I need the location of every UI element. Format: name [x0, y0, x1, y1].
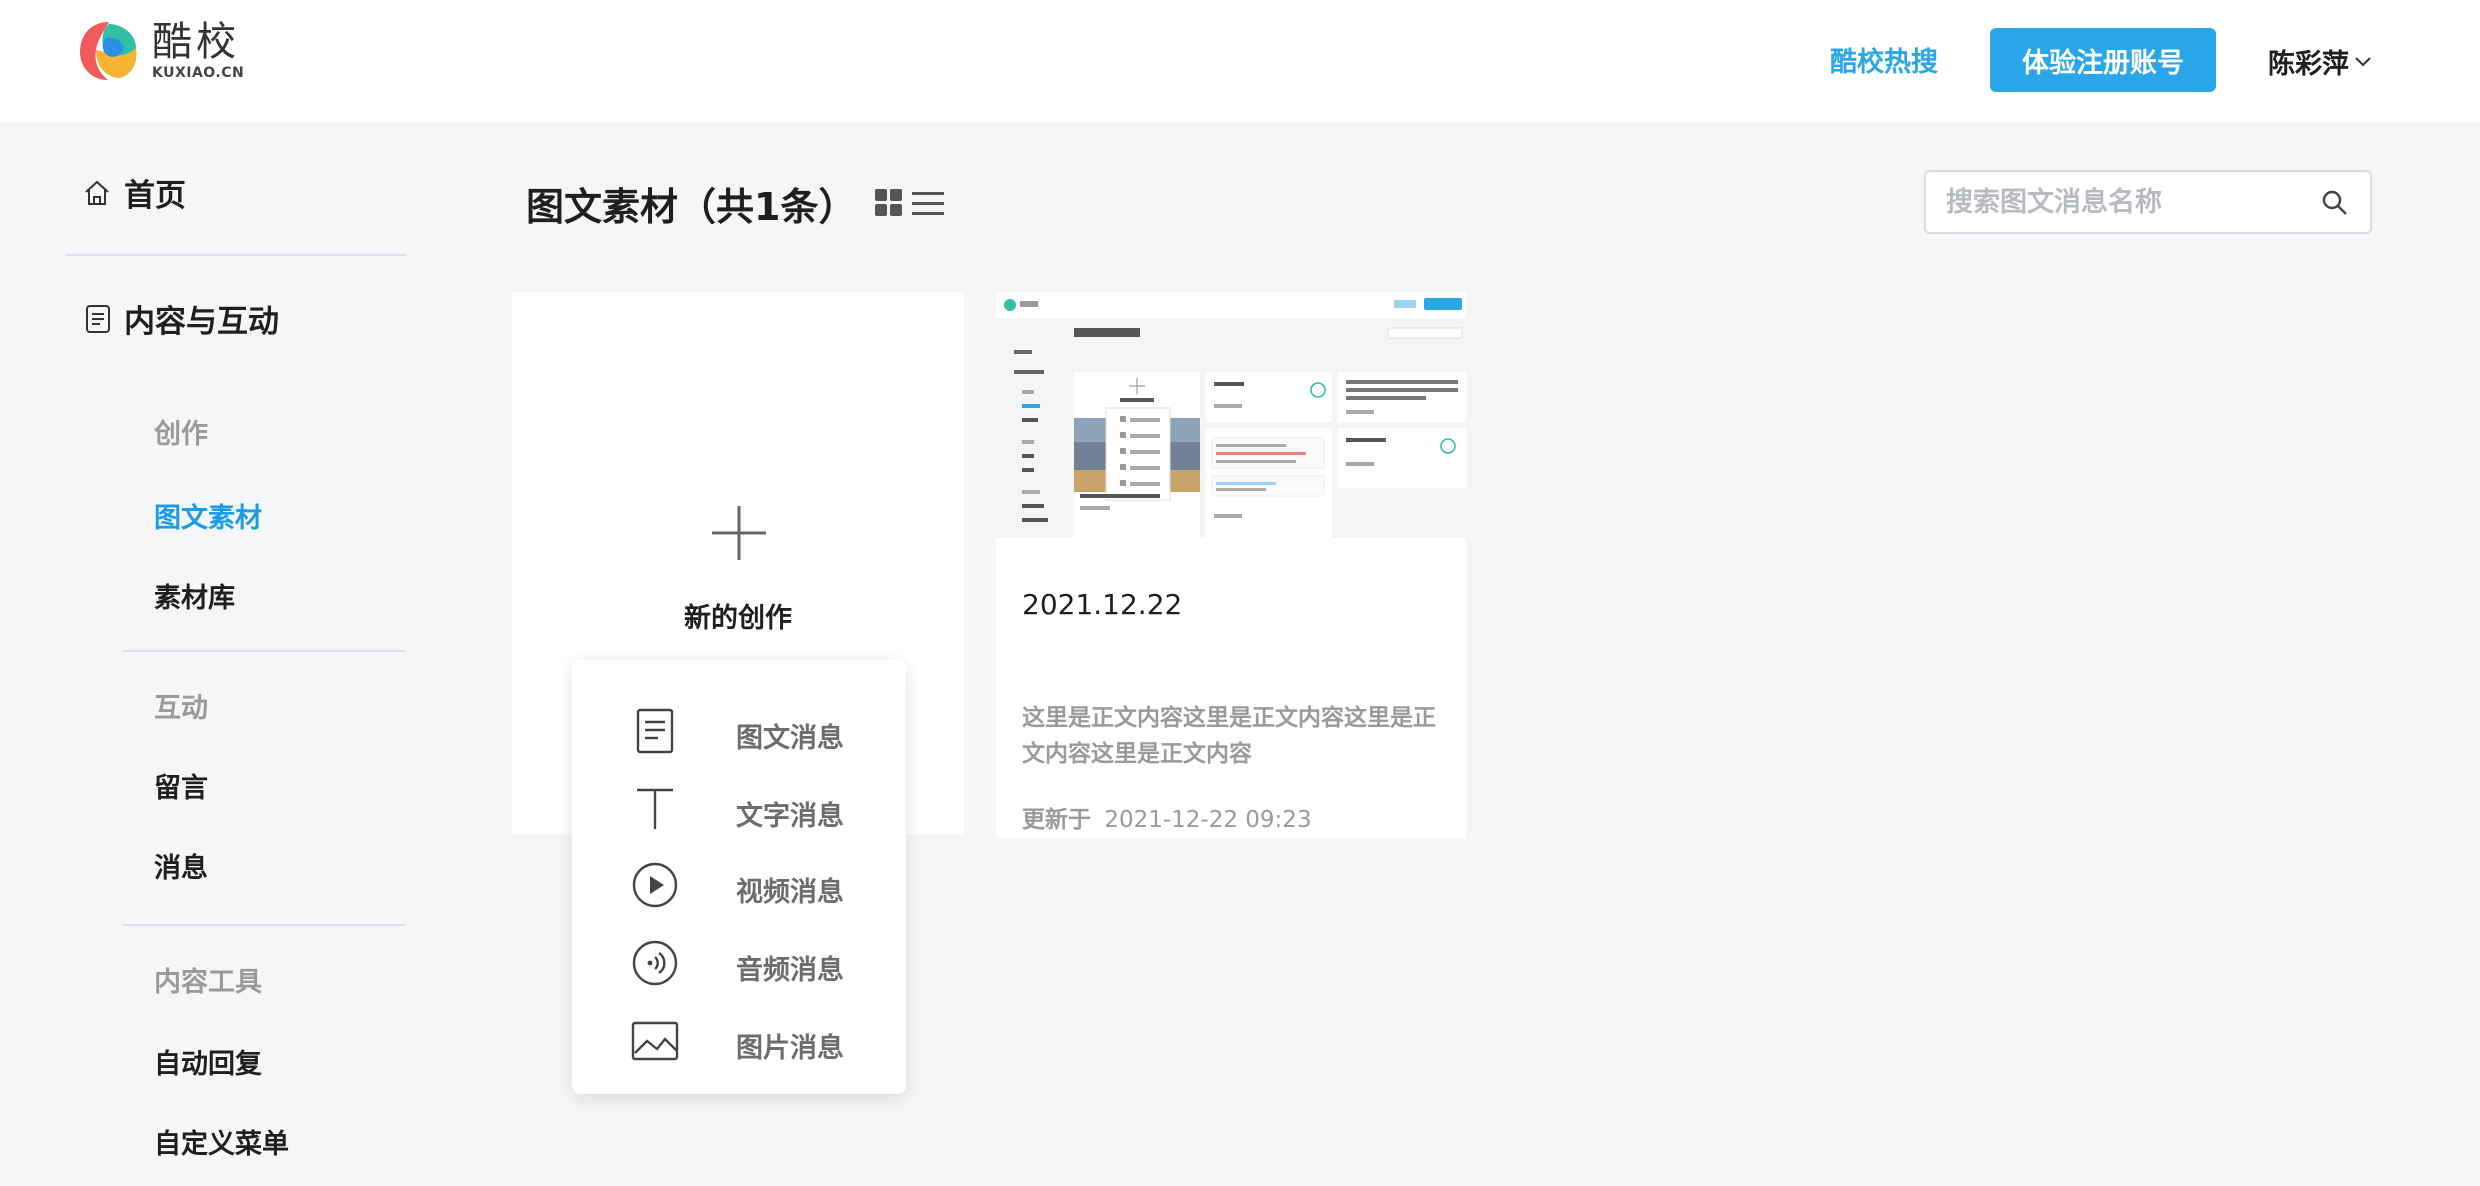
document-list-icon: [86, 304, 110, 333]
sidebar-item-material-library[interactable]: 素材库: [154, 576, 235, 615]
logo-name-en: KUXIAO.CN: [152, 65, 245, 81]
material-excerpt: 这里是正文内容这里是正文内容这里是正文内容这里是正文内容: [1022, 705, 1436, 767]
menu-item-image[interactable]: 图片消息: [572, 1006, 906, 1076]
sidebar-item-auto-reply[interactable]: 自动回复: [154, 1042, 262, 1081]
plus-icon: [712, 506, 766, 560]
sidebar-group-interaction: 互动: [154, 693, 208, 724]
material-card[interactable]: 2021.12.22 这里是正文内容这里是正文内容这里是正文内容这里是正文内容 …: [996, 292, 1466, 838]
menu-item-video[interactable]: 视频消息: [572, 850, 906, 920]
sidebar-item-label: 首页: [124, 178, 186, 214]
sidebar-item-home[interactable]: 首页: [82, 170, 186, 215]
user-name: 陈彩萍: [2268, 49, 2349, 80]
updated-label: 更新于: [1022, 807, 1091, 833]
audio-circle-icon: [632, 940, 678, 986]
material-updated: 更新于 2021-12-22 09:23: [1022, 800, 1312, 834]
create-type-menu: 图文消息 文字消息 视频消息 音频消息 图片消息: [572, 660, 906, 1094]
home-icon: [85, 180, 109, 205]
search-icon[interactable]: [2320, 188, 2350, 218]
sidebar-item-messages[interactable]: 消息: [154, 846, 208, 885]
sidebar-item-image-text[interactable]: 图文素材: [154, 496, 262, 535]
sidebar-section-label: 内容与互动: [124, 304, 279, 340]
menu-item-label: 音频消息: [736, 955, 844, 986]
sidebar-item-comments[interactable]: 留言: [154, 766, 208, 805]
material-title: 2021.12.22: [1022, 588, 1183, 621]
sidebar-group-create: 创作: [154, 419, 208, 450]
menu-item-audio[interactable]: 音频消息: [572, 928, 906, 998]
search-box: [1924, 170, 2372, 234]
logo-icon: [80, 22, 137, 80]
play-circle-icon: [632, 862, 678, 908]
logo-name-cn: 酷校: [152, 19, 240, 65]
sidebar-section-content[interactable]: 内容与互动: [84, 296, 279, 341]
document-icon: [636, 708, 674, 754]
top-header: 酷校 KUXIAO.CN 酷校热搜 体验注册账号 陈彩萍: [0, 0, 2480, 122]
material-thumbnail: [996, 292, 1466, 538]
chevron-down-icon: [2355, 56, 2371, 66]
text-icon: [637, 788, 673, 829]
menu-item-label: 图片消息: [736, 1033, 844, 1064]
list-view-icon[interactable]: [912, 190, 944, 218]
sidebar-divider: [122, 924, 406, 926]
sidebar-item-custom-menu[interactable]: 自定义菜单: [154, 1122, 289, 1161]
hot-search-link[interactable]: 酷校热搜: [1830, 40, 1938, 79]
updated-time: 2021-12-22 09:23: [1104, 807, 1312, 833]
image-icon: [631, 1021, 679, 1061]
register-button[interactable]: 体验注册账号: [1990, 28, 2216, 92]
new-creation-label: 新的创作: [684, 603, 792, 634]
sidebar-divider: [66, 254, 406, 256]
menu-item-label: 图文消息: [736, 723, 844, 754]
menu-item-image-text[interactable]: 图文消息: [572, 696, 906, 766]
logo[interactable]: 酷校 KUXIAO.CN: [76, 18, 244, 84]
search-input[interactable]: [1946, 172, 2306, 232]
menu-item-text[interactable]: 文字消息: [572, 774, 906, 844]
page-title: 图文素材（共1条）: [526, 185, 857, 229]
user-menu[interactable]: 陈彩萍: [2268, 42, 2373, 81]
menu-item-label: 视频消息: [736, 877, 844, 908]
sidebar-divider: [122, 650, 406, 652]
menu-item-label: 文字消息: [736, 801, 844, 832]
grid-view-icon[interactable]: [874, 188, 904, 218]
sidebar-group-tools: 内容工具: [154, 967, 262, 998]
